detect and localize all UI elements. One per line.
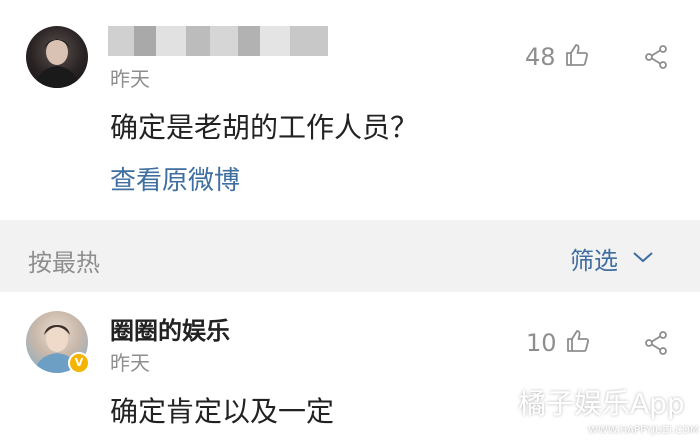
filter-button[interactable]: 筛选	[570, 241, 654, 276]
username[interactable]: 圈圈的娱乐	[110, 311, 230, 346]
like-button[interactable]: 10	[526, 328, 591, 358]
filter-label: 筛选	[570, 247, 618, 275]
share-icon[interactable]	[643, 44, 669, 74]
chevron-down-icon	[632, 249, 654, 268]
comment-time: 昨天	[110, 351, 150, 375]
watermark-logo: 橘子娱乐App	[518, 387, 685, 420]
like-count: 10	[526, 329, 557, 357]
blurred-username	[108, 26, 328, 56]
like-count: 48	[525, 43, 556, 71]
view-original-link[interactable]: 查看原微博	[110, 160, 240, 197]
comment-text: 确定肯定以及一定	[110, 395, 335, 428]
thumbs-up-icon	[565, 328, 591, 358]
thumbs-up-icon	[564, 42, 590, 72]
share-icon[interactable]	[643, 330, 669, 360]
sort-label[interactable]: 按最热	[28, 243, 100, 278]
avatar[interactable]	[26, 26, 88, 88]
like-button[interactable]: 48	[525, 42, 590, 72]
comment-text: 确定是老胡的工作人员？	[110, 111, 419, 144]
comment-time: 昨天	[110, 67, 150, 91]
verified-badge-icon: V	[68, 352, 90, 374]
watermark-url: WWW.HAPPYJUZI.COM	[588, 425, 699, 436]
